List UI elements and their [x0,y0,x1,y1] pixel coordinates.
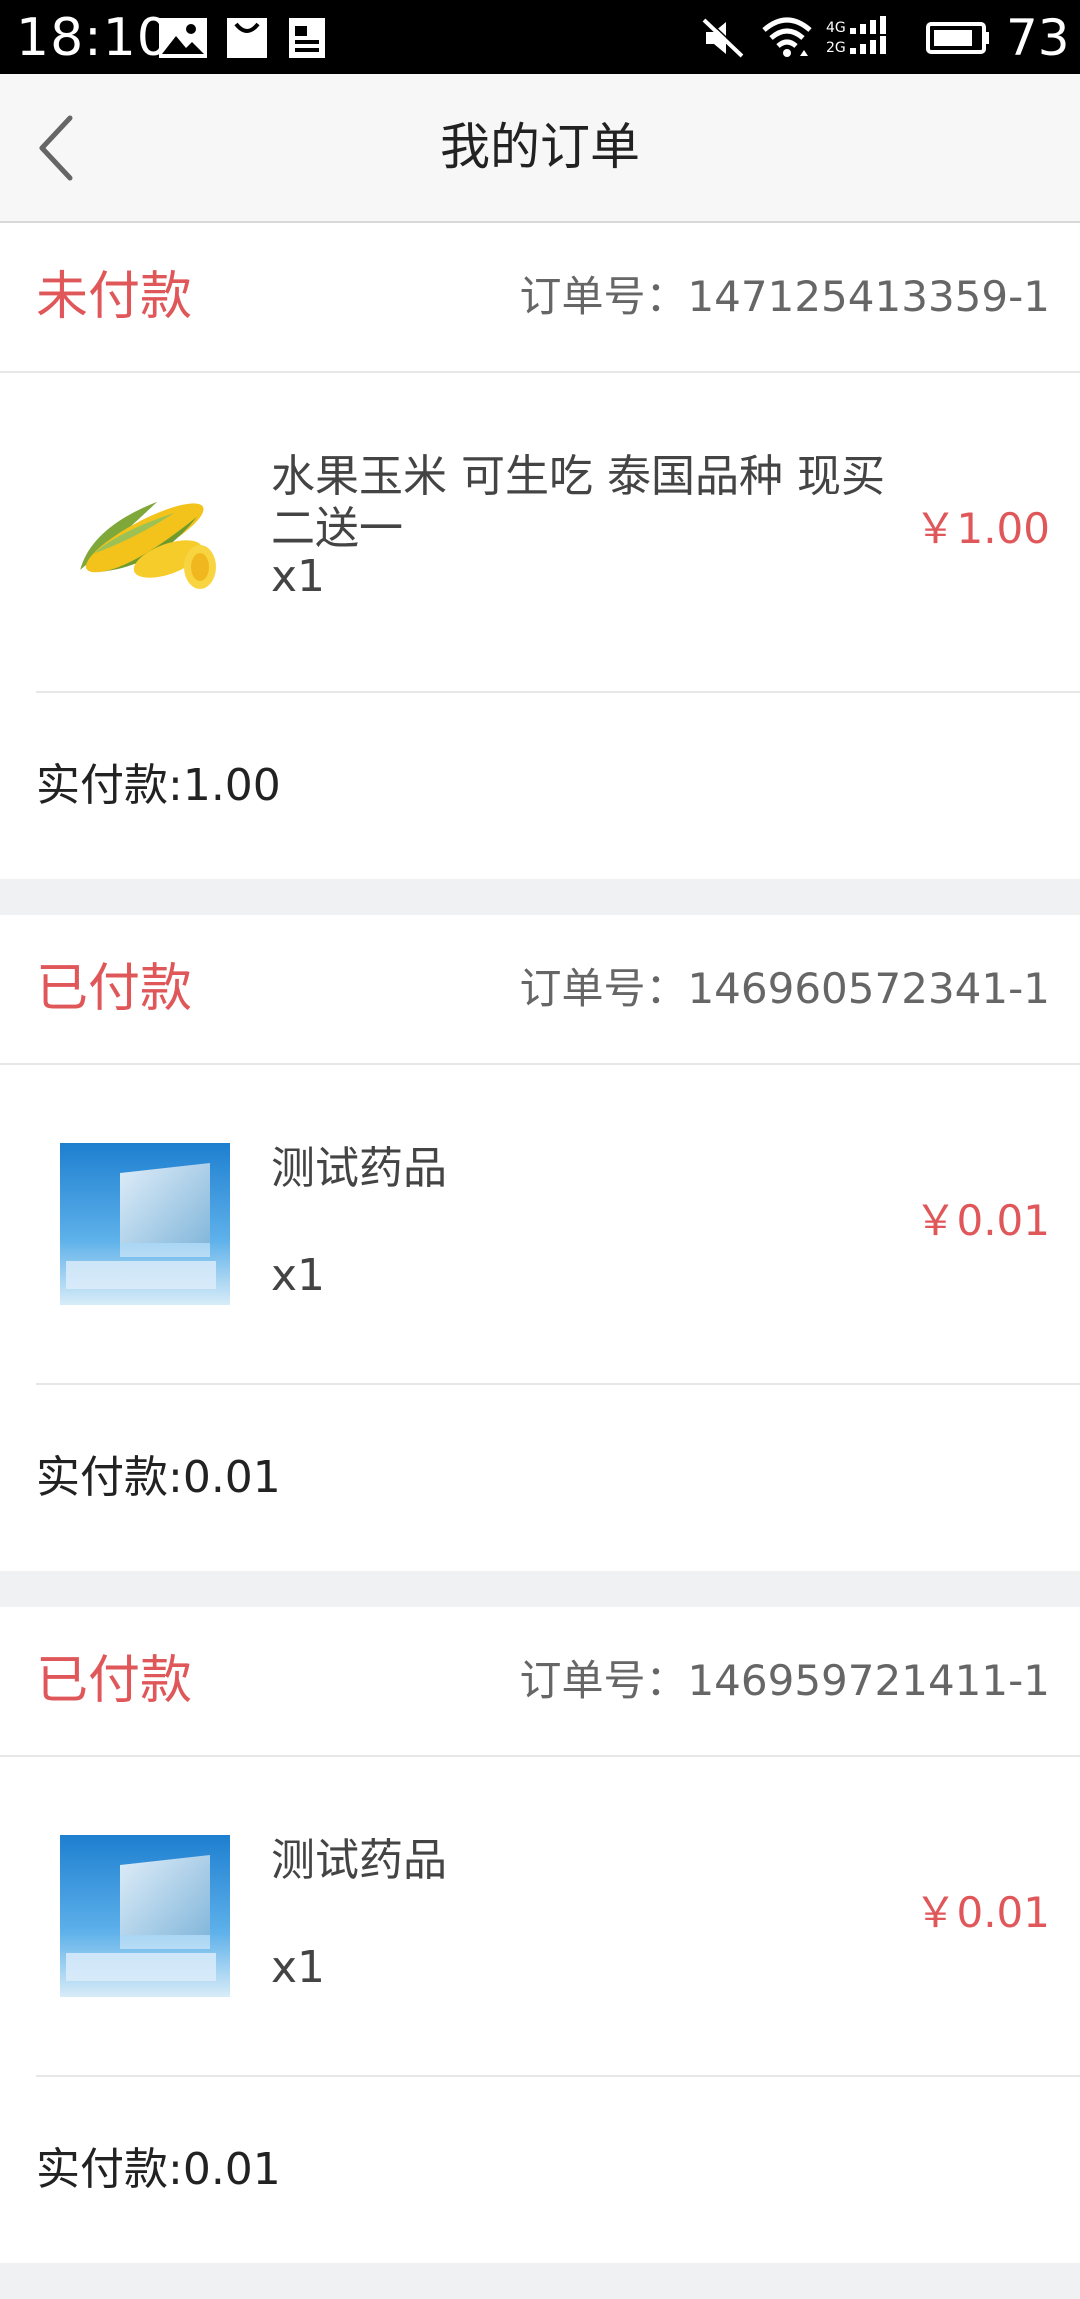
battery-icon [926,22,989,54]
product-name: 测试药品 [271,1835,447,1886]
order-status: 未付款 [36,267,193,327]
gallery-icon [159,18,207,58]
order-card: 未付款 订单号：147125413359-1 水果玉米 可生吃 泰国品种 现买二… [0,223,1080,879]
bag-icon [227,18,267,58]
order-card: 已付款 订单号：146959721411-1 测试药品 x1 ￥0.01 实付款… [0,1607,1080,2263]
order-number: 订单号：147125413359-1 [519,272,1050,321]
order-number: 订单号：146960572341-1 [519,964,1050,1013]
back-button[interactable] [30,104,100,192]
mute-icon [702,17,745,58]
order-item[interactable]: 水果玉米 可生吃 泰国品种 现买二送一 x1 ￥1.00 [36,373,1080,693]
paid-amount: 实付款:0.01 [36,2144,281,2195]
order-status: 已付款 [36,1651,193,1711]
order-header: 已付款 订单号：146960572341-1 [0,915,1080,1065]
product-quantity: x1 [271,551,326,602]
order-item[interactable]: 测试药品 x1 ￥0.01 [36,1757,1080,2077]
product-price: ￥0.01 [914,1888,1050,1937]
order-footer: 实付款:0.01 [0,1385,1080,1571]
paid-amount: 实付款:0.01 [36,1452,281,1503]
chevron-left-icon [39,115,73,181]
status-bar: 18:10 4G 2G 73 [0,0,1080,74]
product-price: ￥1.00 [914,504,1050,553]
svg-text:2G: 2G [826,40,846,56]
slideshow-image [60,1143,230,1305]
paid-amount: 实付款:1.00 [36,760,281,811]
wifi-icon [762,17,812,57]
slideshow-image [60,1835,230,1997]
order-header: 已付款 订单号：146959721411-1 [0,1607,1080,1757]
product-quantity: x1 [271,1942,326,1993]
svg-text:4G: 4G [826,20,846,36]
product-name: 测试药品 [271,1143,447,1194]
order-footer: 实付款:1.00 [0,693,1080,879]
order-number: 订单号：146959721411-1 [519,1656,1050,1705]
order-header: 未付款 订单号：147125413359-1 [0,223,1080,373]
corn-image [80,501,216,589]
header-bar: 我的订单 [0,74,1080,223]
product-name: 水果玉米 可生吃 泰国品种 现买二送一 [271,451,885,554]
page-title: 我的订单 [440,118,640,176]
product-price: ￥0.01 [914,1196,1050,1245]
product-quantity: x1 [271,1250,326,1301]
order-footer: 实付款:0.01 [0,2077,1080,2263]
order-card: 已付款 订单号：146960572341-1 测试药品 x1 ￥0.01 实付款… [0,915,1080,1571]
signal-icon: 4G 2G [826,16,886,56]
order-list: 未付款 订单号：147125413359-1 水果玉米 可生吃 泰国品种 现买二… [0,223,1080,2299]
order-item[interactable]: 测试药品 x1 ￥0.01 [36,1065,1080,1385]
order-status: 已付款 [36,959,193,1019]
battery-level: 73 [1006,9,1070,67]
document-icon [289,18,325,58]
status-time: 18:10 [16,8,171,68]
